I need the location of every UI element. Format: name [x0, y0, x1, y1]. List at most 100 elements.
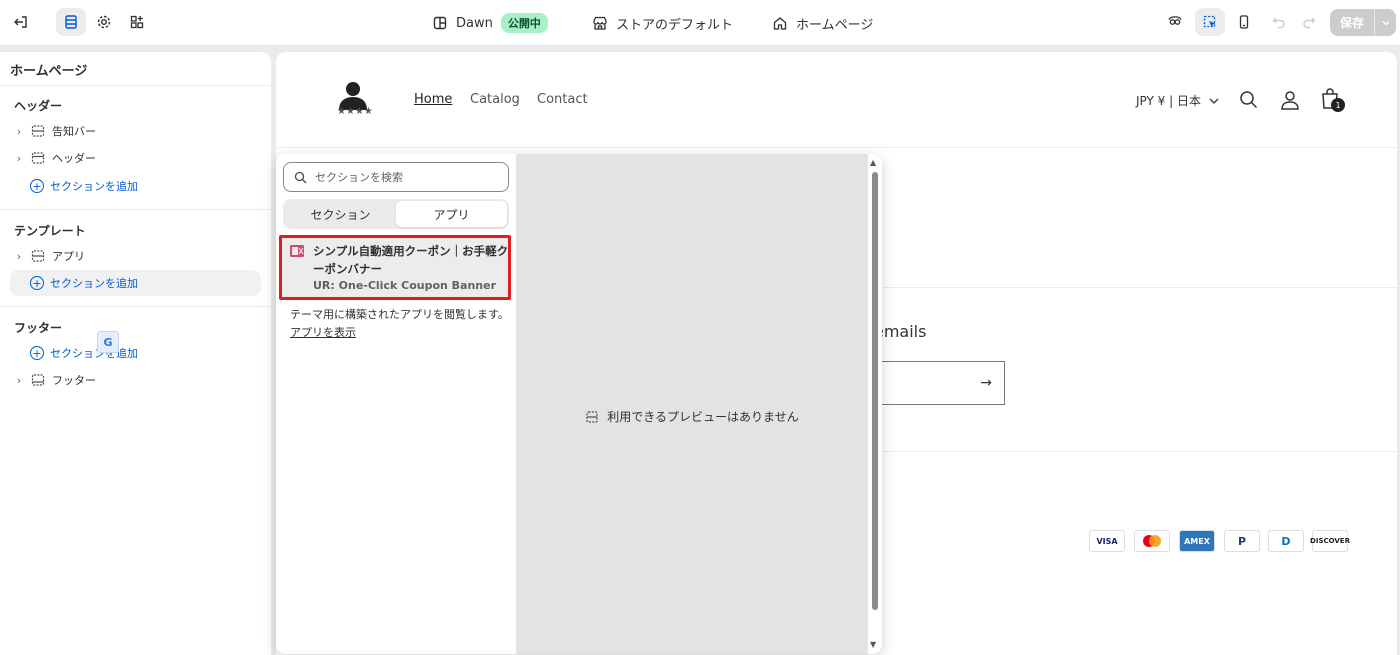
apps-note: テーマ用に構築されたアプリを閲覧します。アプリを表示: [290, 306, 510, 342]
home-icon: [773, 17, 787, 30]
store-default-selector[interactable]: ストアのデフォルト: [592, 0, 733, 46]
plus-circle-icon: +: [30, 346, 44, 360]
sidebar-title: ホームページ: [10, 64, 88, 79]
divider: [0, 306, 271, 307]
chevron-right-icon[interactable]: ›: [10, 374, 28, 387]
cart-icon[interactable]: 1: [1320, 87, 1346, 113]
chevron-right-icon[interactable]: ›: [10, 152, 28, 165]
add-section-label: セクションを追加: [50, 277, 138, 290]
select-element-icon[interactable]: [1195, 8, 1225, 36]
divider: [876, 451, 1397, 452]
group-footer-label: フッター: [14, 321, 63, 335]
search-icon[interactable]: [1239, 90, 1259, 113]
nav-home-link[interactable]: Home: [414, 92, 452, 107]
chevron-right-icon[interactable]: ›: [10, 250, 28, 263]
theme-icon: [433, 16, 447, 30]
sidebar-item-label: ヘッダー: [52, 152, 96, 165]
tab-sections[interactable]: セクション: [285, 201, 396, 227]
add-section-label: セクションを追加: [50, 180, 138, 193]
search-placeholder: セクションを検索: [315, 171, 403, 184]
search-icon: [294, 171, 307, 184]
tab-apps[interactable]: アプリ: [396, 201, 507, 227]
footer-section-icon: [28, 373, 48, 387]
currency-selector[interactable]: JPY ¥ | 日本: [1136, 92, 1219, 109]
page-selector[interactable]: ホームページ: [772, 0, 873, 46]
coupon-app-icon: [289, 244, 305, 258]
add-section-footer-button[interactable]: + セクションを追加: [10, 340, 261, 366]
theme-settings-icon[interactable]: [89, 8, 119, 36]
arrow-right-icon[interactable]: →: [980, 375, 992, 391]
section-list-panel: セクションを検索 セクション アプリ シンプル自動適用クーポン｜お手軽クーポンバ…: [276, 154, 516, 654]
no-preview-message: 利用できるプレビューはありません: [516, 408, 868, 425]
scrollbar-thumb[interactable]: [872, 172, 878, 610]
live-status-badge: 公開中: [500, 13, 548, 33]
section-icon: [28, 151, 48, 165]
currency-label: JPY ¥ | 日本: [1136, 94, 1201, 108]
plus-circle-icon: +: [30, 276, 44, 290]
nav-contact-link[interactable]: Contact: [537, 92, 588, 107]
newsletter-email-input[interactable]: →: [866, 361, 1005, 405]
theme-name: Dawn: [456, 15, 493, 31]
translate-extension-icon[interactable]: G: [97, 331, 119, 353]
logo-stars: ★★★★: [337, 106, 373, 117]
exit-icon[interactable]: [6, 8, 36, 36]
group-header-label: ヘッダー: [14, 99, 63, 113]
view-apps-link[interactable]: アプリを表示: [290, 326, 356, 339]
divider: [0, 85, 271, 86]
add-section-popover: セクションを検索 セクション アプリ シンプル自動適用クーポン｜お手軽クーポンバ…: [276, 154, 882, 654]
section-icon: [28, 249, 48, 263]
no-preview-text: 利用できるプレビューはありません: [607, 410, 799, 424]
picker-tabs: セクション アプリ: [283, 199, 509, 229]
chevron-right-icon[interactable]: ›: [10, 125, 28, 138]
section-icon: [28, 124, 48, 138]
save-button[interactable]: 保存: [1330, 9, 1374, 36]
sidebar-item-label: フッター: [52, 374, 96, 387]
sidebar-item-announcement-bar[interactable]: › 告知バー: [10, 118, 261, 144]
add-section-header-button[interactable]: + セクションを追加: [10, 173, 261, 199]
app-block-title: シンプル自動適用クーポン｜お手軽クーポンバナー: [313, 244, 509, 276]
sections-icon[interactable]: [56, 8, 86, 36]
theme-selector[interactable]: Dawn 公開中: [432, 0, 548, 46]
store-icon: [593, 16, 607, 30]
sidebar-item-label: 告知バー: [52, 125, 96, 138]
divider: [876, 287, 1397, 288]
scroll-up-icon[interactable]: ▲: [870, 158, 876, 167]
editor-topbar: Dawn 公開中 ストアのデフォルト ホームページ 保存: [0, 0, 1400, 46]
scroll-down-icon[interactable]: ▼: [870, 640, 876, 649]
section-search-input[interactable]: セクションを検索: [283, 162, 509, 192]
undo-icon[interactable]: [1264, 8, 1294, 36]
amex-payment-icon: AMEX: [1179, 530, 1215, 552]
group-template-label: テンプレート: [14, 224, 86, 238]
add-section-template-button[interactable]: + セクションを追加: [10, 270, 261, 296]
redo-icon[interactable]: [1294, 8, 1324, 36]
sections-sidebar: ホームページ ヘッダー › 告知バー › ヘッダー + セクションを追加 テンプ…: [0, 52, 271, 655]
add-section-label: セクションを追加: [50, 347, 138, 360]
visa-payment-icon: VISA: [1089, 530, 1125, 552]
section-preview-panel: 利用できるプレビューはありません: [516, 154, 868, 654]
mobile-view-icon[interactable]: [1229, 8, 1259, 36]
store-header: ★★★★ Home Catalog Contact JPY ¥ | 日本 1: [276, 52, 1397, 148]
chevron-down-icon: [1209, 98, 1219, 104]
plus-circle-icon: +: [30, 179, 44, 193]
save-options-button[interactable]: [1374, 9, 1396, 36]
inspector-icon[interactable]: [1160, 8, 1190, 36]
sidebar-item-footer[interactable]: › フッター: [10, 367, 261, 393]
account-icon[interactable]: [1280, 90, 1300, 113]
divider: [0, 209, 271, 210]
popover-scrollbar[interactable]: ▲ ▼: [868, 154, 882, 654]
apps-note-text: テーマ用に構築されたアプリを閲覧します。: [290, 308, 509, 321]
sidebar-item-header[interactable]: › ヘッダー: [10, 145, 261, 171]
app-embeds-icon[interactable]: [122, 8, 152, 36]
sidebar-item-label: アプリ: [52, 250, 85, 263]
mastercard-payment-icon: [1134, 530, 1170, 552]
section-icon: [586, 410, 598, 423]
cart-count-badge: 1: [1331, 98, 1345, 112]
store-default-label: ストアのデフォルト: [616, 17, 734, 33]
nav-catalog-link[interactable]: Catalog: [470, 92, 520, 107]
sidebar-item-apps[interactable]: › アプリ: [10, 243, 261, 269]
app-block-coupon-banner[interactable]: シンプル自動適用クーポン｜お手軽クーポンバナー UR: One-Click Co…: [279, 235, 511, 300]
page-label: ホームページ: [796, 17, 874, 33]
app-block-subtitle: UR: One-Click Coupon Banner: [313, 279, 497, 292]
diners-payment-icon: D: [1268, 530, 1304, 552]
save-group: 保存: [1330, 9, 1396, 36]
